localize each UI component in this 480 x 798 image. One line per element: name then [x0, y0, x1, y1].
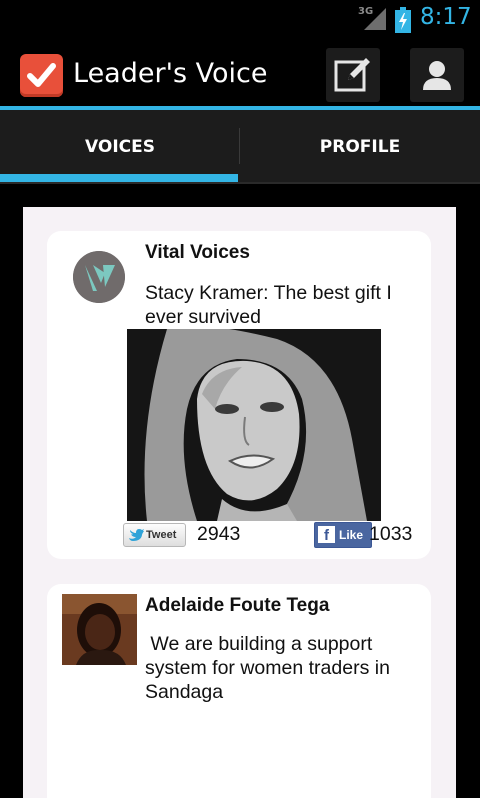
twitter-bird-icon: [129, 529, 144, 541]
post-text: We are building a support system for wom…: [145, 633, 390, 703]
action-bar: Leader's Voice: [0, 38, 480, 108]
author-avatar: [62, 594, 137, 665]
tab-bar: VOICES PROFILE: [0, 110, 480, 184]
battery-charging-icon: [395, 7, 411, 33]
feed-list[interactable]: Vital Voices Stacy Kramer: The best gift…: [23, 207, 456, 798]
tweet-label: Tweet: [146, 529, 177, 541]
like-button[interactable]: f Like: [314, 522, 372, 548]
app-title: Leader's Voice: [73, 58, 268, 89]
like-count: 1033: [369, 523, 413, 545]
author-avatar: [73, 251, 125, 303]
tweet-count: 2943: [197, 523, 241, 545]
tab-voices[interactable]: VOICES: [0, 110, 240, 182]
profile-icon: [423, 61, 451, 90]
like-label: Like: [339, 528, 364, 542]
clock: 8:17: [420, 4, 472, 30]
post-image: [127, 329, 381, 521]
compose-icon: [334, 58, 370, 92]
facebook-icon: f: [318, 526, 335, 544]
selected-tab-indicator: [0, 174, 238, 182]
tweet-button[interactable]: Tweet: [123, 523, 186, 547]
post-text: Stacy Kramer: The best gift I ever survi…: [145, 282, 392, 328]
signal-icon: [364, 8, 386, 30]
compose-button[interactable]: [326, 48, 380, 102]
feed-card[interactable]: Adelaide Foute Tega We are building a su…: [47, 584, 431, 798]
profile-button[interactable]: [410, 48, 464, 102]
author-name: Adelaide Foute Tega: [145, 595, 330, 616]
status-bar: 3G 8:17: [0, 0, 480, 38]
checkmark-icon: [20, 54, 63, 97]
author-name: Vital Voices: [145, 242, 250, 263]
tab-profile[interactable]: PROFILE: [240, 110, 480, 182]
feed-card[interactable]: Vital Voices Stacy Kramer: The best gift…: [47, 231, 431, 559]
